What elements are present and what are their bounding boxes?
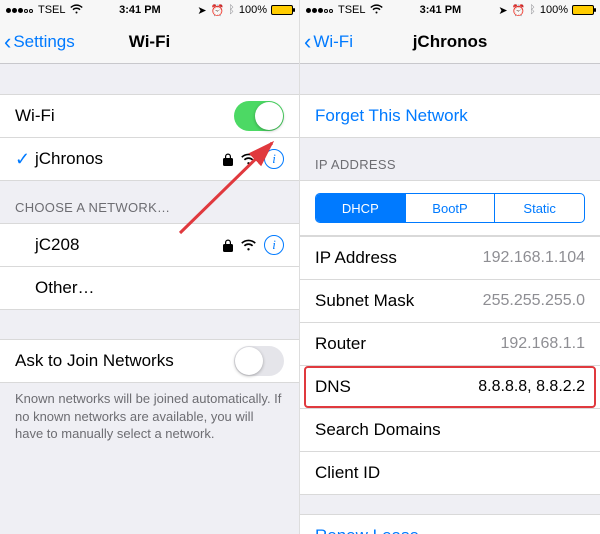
forget-label: Forget This Network <box>315 106 468 126</box>
seg-dhcp[interactable]: DHCP <box>316 194 406 222</box>
wifi-label: Wi-Fi <box>15 106 55 126</box>
page-title: Wi-Fi <box>0 32 299 52</box>
router-label: Router <box>315 334 366 354</box>
clock-label: 3:41 PM <box>119 4 161 16</box>
location-icon: ➤ <box>197 4 206 17</box>
status-bar: TSEL 3:41 PM ➤ ⏰ ᛒ 100% <box>0 0 299 20</box>
battery-icon <box>271 5 293 15</box>
subnet-value: 255.255.255.0 <box>483 292 585 310</box>
lock-icon <box>223 153 233 166</box>
ip-label: IP Address <box>315 248 397 268</box>
checkmark-icon: ✓ <box>15 149 35 170</box>
connected-network-name: jChronos <box>35 149 103 169</box>
battery-pct-label: 100% <box>239 4 267 16</box>
bluetooth-icon: ᛒ <box>529 4 536 16</box>
network-detail-screen: TSEL 3:41 PM ➤ ⏰ ᛒ 100% ‹ Wi-Fi jChronos <box>300 0 600 534</box>
subnet-row: Subnet Mask 255.255.255.0 <box>300 279 600 323</box>
alarm-icon: ⏰ <box>211 4 225 17</box>
clock-label: 3:41 PM <box>420 4 462 16</box>
wifi-toggle[interactable] <box>234 101 284 131</box>
wifi-icon <box>241 239 256 251</box>
other-network-row[interactable]: Other… <box>0 266 299 310</box>
router-value: 192.168.1.1 <box>500 335 585 353</box>
client-id-label: Client ID <box>315 463 380 483</box>
search-domains-row[interactable]: Search Domains <box>300 408 600 452</box>
seg-bootp[interactable]: BootP <box>406 194 496 222</box>
dns-value: 8.8.8.8, 8.8.2.2 <box>478 378 585 396</box>
ip-mode-segmented[interactable]: DHCP BootP Static <box>315 193 585 223</box>
search-domains-label: Search Domains <box>315 420 441 440</box>
signal-dots-icon <box>306 4 334 16</box>
ask-label: Ask to Join Networks <box>15 351 174 371</box>
info-icon[interactable]: i <box>264 149 284 169</box>
network-name: jC208 <box>35 235 79 255</box>
dns-label: DNS <box>315 377 351 397</box>
ask-to-join-row: Ask to Join Networks <box>0 339 299 383</box>
location-icon: ➤ <box>498 4 507 17</box>
ask-toggle[interactable] <box>234 346 284 376</box>
other-label: Other… <box>35 278 95 298</box>
carrier-label: TSEL <box>38 4 66 16</box>
nav-bar: ‹ Settings Wi-Fi <box>0 20 299 64</box>
router-row: Router 192.168.1.1 <box>300 322 600 366</box>
status-bar: TSEL 3:41 PM ➤ ⏰ ᛒ 100% <box>300 0 600 20</box>
wifi-icon <box>241 153 256 165</box>
connected-network-row[interactable]: ✓ jChronos i <box>0 137 299 181</box>
battery-icon <box>572 5 594 15</box>
lock-icon <box>223 239 233 252</box>
ip-section-header: IP ADDRESS <box>300 137 600 180</box>
ip-value: 192.168.1.104 <box>483 249 585 267</box>
network-row[interactable]: jC208 i <box>0 223 299 267</box>
signal-dots-icon <box>6 4 34 16</box>
battery-pct-label: 100% <box>540 4 568 16</box>
info-icon[interactable]: i <box>264 235 284 255</box>
wifi-status-icon <box>70 4 83 17</box>
ip-address-row: IP Address 192.168.1.104 <box>300 236 600 280</box>
renew-lease-button[interactable]: Renew Lease <box>300 514 600 534</box>
wifi-settings-screen: TSEL 3:41 PM ➤ ⏰ ᛒ 100% ‹ Settings Wi-Fi <box>0 0 300 534</box>
page-title: jChronos <box>300 32 600 52</box>
seg-static[interactable]: Static <box>495 194 584 222</box>
subnet-label: Subnet Mask <box>315 291 414 311</box>
dns-row[interactable]: DNS 8.8.8.8, 8.8.2.2 <box>300 365 600 409</box>
nav-bar: ‹ Wi-Fi jChronos <box>300 20 600 64</box>
choose-network-header: CHOOSE A NETWORK… <box>0 180 299 223</box>
ask-footer-text: Known networks will be joined automatica… <box>0 382 299 451</box>
client-id-row[interactable]: Client ID <box>300 451 600 495</box>
wifi-toggle-row: Wi-Fi <box>0 94 299 138</box>
bluetooth-icon: ᛒ <box>228 4 235 16</box>
alarm-icon: ⏰ <box>512 4 526 17</box>
wifi-status-icon <box>370 4 383 17</box>
forget-network-button[interactable]: Forget This Network <box>300 94 600 138</box>
renew-label: Renew Lease <box>315 526 419 534</box>
carrier-label: TSEL <box>338 4 366 16</box>
